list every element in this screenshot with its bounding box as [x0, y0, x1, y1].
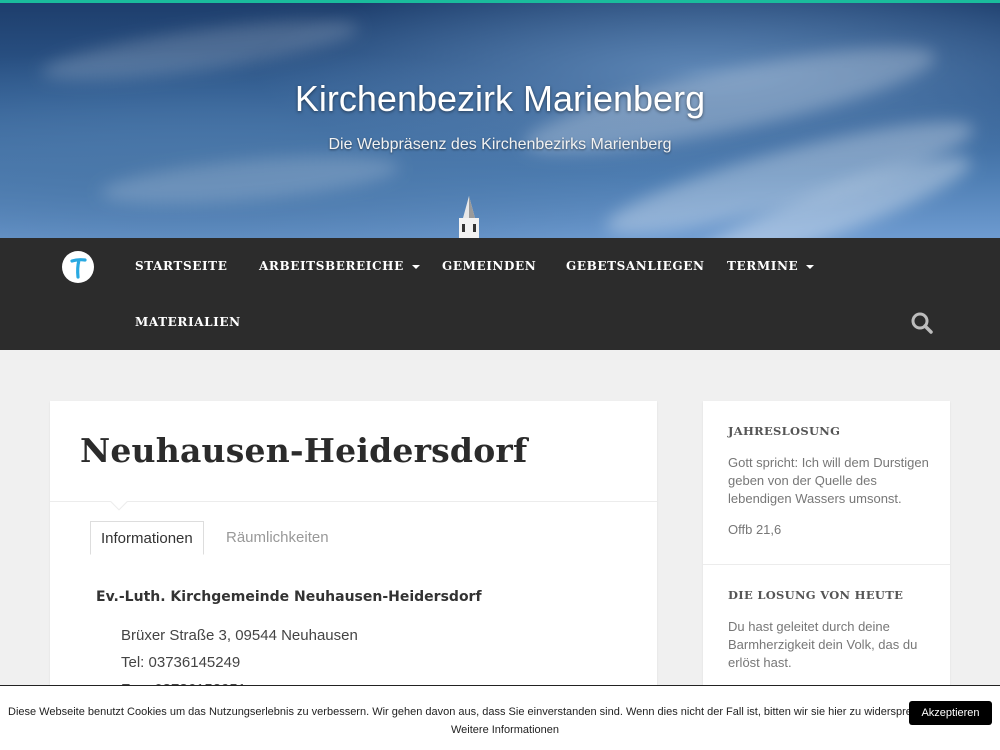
accept-cookies-button[interactable]: Akzeptieren	[909, 701, 992, 725]
nav-item-label: ARBEITSBEREICHE	[259, 259, 404, 273]
site-title[interactable]: Kirchenbezirk Marienberg	[0, 78, 1000, 120]
jahreslosung-reference: Offb 21,6	[728, 522, 782, 537]
nav-item-gebetsanliegen[interactable]: GEBETSANLIEGEN	[566, 259, 705, 273]
nav-item-label: MATERIALIEN	[135, 315, 241, 329]
page-title: Neuhausen-Heidersdorf	[80, 431, 528, 470]
more-info-link[interactable]: Weitere Informationen	[0, 724, 1000, 736]
divider-notch	[110, 493, 128, 511]
church-steeple-image	[459, 196, 479, 238]
cookie-banner: Diese Webseite benutzt Cookies um das Nu…	[0, 685, 1000, 750]
tab-informationen[interactable]: Informationen	[90, 521, 204, 555]
jahreslosung-text: Gott spricht: Ich will dem Durstigen geb…	[728, 455, 929, 506]
nav-item-label: GEBETSANLIEGEN	[566, 259, 705, 273]
cross-logo-icon[interactable]	[62, 251, 94, 283]
nav-item-startseite[interactable]: STARTSEITE	[135, 259, 227, 273]
losung-text: Du hast geleitet durch deine Barmherzigk…	[728, 619, 918, 670]
divider	[50, 501, 657, 502]
divider	[703, 564, 950, 565]
nav-item-label: TERMINE	[727, 259, 799, 273]
nav-item-termine[interactable]: TERMINE	[727, 259, 815, 273]
tab-raeumlichkeiten[interactable]: Räumlichkeiten	[216, 521, 339, 555]
nav-item-label: GEMEINDEN	[442, 259, 537, 273]
cookie-text: Diese Webseite benutzt Cookies um das Nu…	[8, 706, 939, 718]
address: Brüxer Straße 3, 09544 Neuhausen	[121, 627, 358, 644]
search-icon[interactable]	[910, 311, 934, 335]
jahreslosung-heading: JAHRESLOSUNG	[728, 424, 841, 438]
chevron-down-icon	[806, 264, 815, 269]
nav-item-materialien[interactable]: MATERIALIEN	[135, 315, 241, 329]
congregation-name: Ev.-Luth. Kirchgemeinde Neuhausen-Heider…	[96, 589, 482, 605]
nav-item-arbeitsbereiche[interactable]: ARBEITSBEREICHE	[259, 259, 420, 273]
top-accent-line	[0, 0, 1000, 3]
losung-heading: DIE LOSUNG VON HEUTE	[728, 588, 904, 602]
site-description: Die Webpräsenz des Kirchenbezirks Marien…	[328, 136, 672, 153]
site-header: Kirchenbezirk Marienberg Die Webpräsenz …	[0, 0, 1000, 238]
main-navigation	[0, 238, 1000, 350]
chevron-down-icon	[411, 264, 420, 269]
nav-item-label: STARTSEITE	[135, 259, 228, 273]
phone: Tel: 03736145249	[121, 654, 241, 671]
cloud	[98, 147, 402, 213]
nav-item-gemeinden[interactable]: GEMEINDEN	[442, 259, 536, 273]
